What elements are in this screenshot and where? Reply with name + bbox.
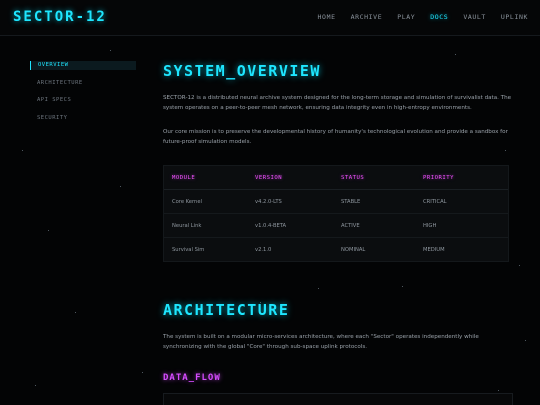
- column-header-version: VERSION: [255, 174, 283, 181]
- data-flow-diagram: [163, 393, 513, 405]
- cell-priority: MEDIUM: [423, 247, 445, 253]
- sidebar-item-overview[interactable]: OVERVIEW: [30, 61, 136, 70]
- cell-priority: CRITICAL: [423, 198, 447, 205]
- column-header-status: STATUS: [341, 174, 365, 181]
- sidebar-item-api-specs[interactable]: API SPECS: [30, 96, 136, 105]
- nav-docs[interactable]: DOCS: [430, 13, 448, 21]
- cell-priority: HIGH: [423, 222, 437, 229]
- table-header: MODULE VERSION STATUS PRIORITY: [164, 166, 508, 190]
- overview-paragraph-2: Our core mission is to preserve the deve…: [163, 129, 508, 145]
- cell-module: Neural Link: [172, 222, 202, 229]
- nav-vault[interactable]: VAULT: [463, 13, 486, 21]
- cell-version: v2.1.0: [255, 247, 272, 253]
- site-logo[interactable]: SECTOR-12: [13, 9, 107, 25]
- data-flow-subtitle: DATA_FLOW: [163, 373, 221, 383]
- cell-version: v4.2.0-LTS: [255, 198, 282, 205]
- nav-uplink[interactable]: UPLINK: [501, 13, 528, 21]
- cell-module: Survival Sim: [172, 247, 205, 253]
- table-row: Survival Sim v2.1.0 NOMINAL MEDIUM: [164, 238, 508, 262]
- cell-status: STABLE: [341, 198, 361, 205]
- overview-title: SYSTEM_OVERVIEW: [163, 62, 321, 80]
- top-bar: SECTOR-12 HOME ARCHIVE PLAY DOCS VAULT U…: [0, 0, 540, 36]
- nav-play[interactable]: PLAY: [397, 13, 415, 21]
- architecture-title: ARCHITECTURE: [163, 301, 290, 319]
- doc-content: SYSTEM_OVERVIEW SECTOR-12 is a distribut…: [163, 62, 513, 405]
- column-header-priority: PRIORITY: [423, 174, 454, 181]
- table-row: Core Kernel v4.2.0-LTS STABLE CRITICAL: [164, 190, 508, 214]
- module-table: MODULE VERSION STATUS PRIORITY Core Kern…: [163, 165, 509, 262]
- cell-version: v1.0.4-BETA: [255, 222, 287, 229]
- nav-home[interactable]: HOME: [318, 13, 336, 21]
- docs-sidebar: OVERVIEW ARCHITECTURE API SPECS SECURITY: [30, 61, 136, 131]
- sidebar-item-security[interactable]: SECURITY: [30, 114, 136, 123]
- sidebar-item-architecture[interactable]: ARCHITECTURE: [30, 79, 136, 88]
- overview-paragraph-1: SECTOR-12 is a distributed neural archiv…: [163, 95, 512, 111]
- cell-status: NOMINAL: [341, 247, 366, 253]
- cell-status: ACTIVE: [341, 222, 360, 229]
- main-nav: HOME ARCHIVE PLAY DOCS VAULT UPLINK: [318, 13, 528, 21]
- nav-archive[interactable]: ARCHIVE: [351, 13, 383, 21]
- column-header-module: MODULE: [172, 174, 196, 181]
- cell-module: Core Kernel: [172, 198, 202, 205]
- table-row: Neural Link v1.0.4-BETA ACTIVE HIGH: [164, 214, 508, 238]
- architecture-paragraph: The system is built on a modular micro-s…: [163, 334, 479, 350]
